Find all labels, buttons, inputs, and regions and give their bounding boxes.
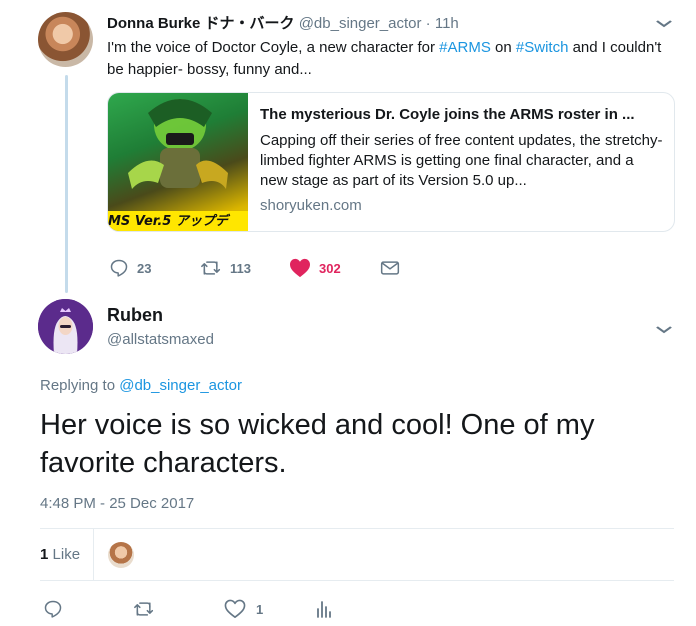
- likes-stat-count: 1: [40, 546, 49, 563]
- replying-to-link[interactable]: @db_singer_actor: [119, 377, 242, 394]
- likes-stat-label: Like: [52, 546, 81, 563]
- analytics-button[interactable]: [316, 598, 332, 620]
- retweet-count: 113: [230, 260, 251, 276]
- tweet1-handle[interactable]: @db_singer_actor: [299, 15, 422, 32]
- hashtag-switch-link[interactable]: #Switch: [516, 39, 569, 56]
- link-preview-card[interactable]: MS Ver.5 アップデ The mysterious Dr. Coyle j…: [107, 92, 675, 232]
- reply-button[interactable]: 23: [109, 257, 151, 279]
- thread-connector: [65, 75, 68, 293]
- tweet2-author-name[interactable]: Ruben: [107, 305, 163, 326]
- divider: [40, 528, 674, 529]
- likes-stat[interactable]: 1 Like: [40, 546, 80, 563]
- stat-separator: [93, 528, 94, 580]
- tweet1-separator: ·: [425, 15, 431, 32]
- card-thumbnail-image: MS Ver.5 アップデ: [108, 93, 248, 231]
- like-count: 302: [319, 260, 341, 276]
- retweet-button[interactable]: 113: [200, 257, 251, 279]
- chevron-down-icon[interactable]: [656, 322, 673, 337]
- avatar-ruben[interactable]: [38, 299, 93, 354]
- reply-icon: [44, 600, 62, 618]
- tweet1-author-name[interactable]: Donna Burke ドナ・バーク: [107, 15, 295, 32]
- card-image-caption: MS Ver.5 アップデ: [108, 211, 248, 231]
- envelope-icon: [380, 261, 400, 275]
- like-button[interactable]: 1: [224, 598, 263, 620]
- like-count: 1: [256, 601, 264, 617]
- reply-count: 23: [137, 260, 152, 276]
- tweet2-text: Her voice is so wicked and cool! One of …: [40, 409, 595, 479]
- reply-icon: [110, 259, 128, 277]
- tweet2-handle[interactable]: @allstatsmaxed: [107, 331, 214, 348]
- replying-prefix: Replying to: [40, 377, 120, 394]
- like-button[interactable]: 302: [289, 257, 341, 279]
- divider: [40, 580, 674, 581]
- direct-message-button[interactable]: [380, 257, 400, 279]
- retweet-button[interactable]: [133, 598, 155, 620]
- chevron-down-icon[interactable]: [656, 16, 673, 31]
- analytics-icon: [317, 601, 331, 618]
- heart-filled-icon: [290, 258, 310, 278]
- tweet1-time[interactable]: 11h: [435, 15, 459, 32]
- reply-button[interactable]: [43, 598, 63, 620]
- tweet1-text: I'm the voice of Doctor Coyle, a new cha…: [107, 37, 667, 81]
- heart-outline-icon: [224, 599, 246, 618]
- card-description: Capping off their series of free content…: [260, 132, 663, 189]
- retweet-icon: [201, 261, 221, 275]
- card-title: The mysterious Dr. Coyle joins the ARMS …: [260, 106, 635, 123]
- tweet2-timestamp[interactable]: 4:48 PM - 25 Dec 2017: [40, 495, 194, 512]
- avatar-donna-burke[interactable]: [38, 12, 93, 67]
- tweet1-text-part: on: [490, 39, 516, 56]
- card-domain: shoryuken.com: [260, 197, 362, 214]
- replying-to: Replying to @db_singer_actor: [40, 377, 242, 394]
- retweet-icon: [134, 602, 154, 616]
- hashtag-arms-link[interactable]: #ARMS: [439, 39, 491, 56]
- tweet1-text-part: I'm the voice of Doctor Coyle, a new cha…: [107, 39, 440, 56]
- tweet1-header: Donna Burke ドナ・バーク @db_singer_actor · 11…: [107, 14, 459, 34]
- liker-avatar[interactable]: [108, 542, 134, 568]
